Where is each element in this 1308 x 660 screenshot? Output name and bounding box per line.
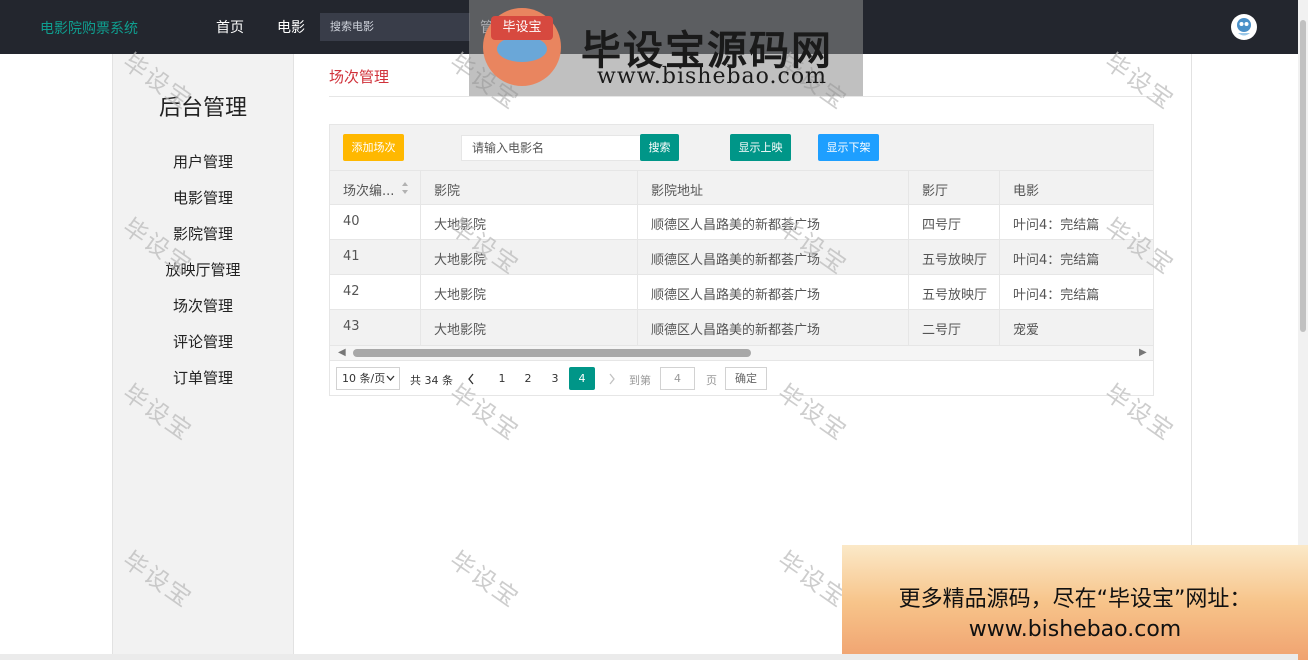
page-title: 场次管理	[329, 68, 390, 86]
nav-home[interactable]: 首页	[216, 17, 244, 37]
goto-label: 到第	[629, 374, 651, 387]
page-4-current[interactable]: 4	[569, 367, 595, 390]
cell-hall: 五号放映厅	[922, 253, 988, 268]
show-on-button[interactable]: 显示上映	[730, 134, 791, 161]
bottom-edge	[0, 654, 1298, 660]
logo-icon: 毕设宝	[483, 8, 561, 86]
column-header-movie: 电影	[1013, 184, 1040, 199]
page-size-value: 10 条/页	[342, 372, 386, 385]
cell-hall: 四号厅	[922, 218, 962, 233]
column-header-hall: 影厅	[922, 184, 949, 199]
cell-address: 顺德区人昌路美的新都荟广场	[651, 288, 821, 303]
avatar-icon[interactable]	[1231, 14, 1257, 40]
sidebar-item-movies[interactable]: 电影管理	[113, 187, 293, 208]
search-button[interactable]: 搜索	[640, 134, 679, 161]
column-divider	[908, 170, 909, 346]
column-header-address: 影院地址	[651, 184, 704, 199]
scroll-left-icon[interactable]: ◀	[338, 347, 346, 358]
sidebar-item-users[interactable]: 用户管理	[113, 151, 293, 172]
cell-hall: 二号厅	[922, 323, 962, 338]
movie-search-input[interactable]: 请输入电影名	[461, 135, 641, 161]
site-logo-watermark: 毕设宝 毕设宝源码网 www.bishebao.com	[469, 0, 863, 96]
goto-confirm-button[interactable]: 确定	[725, 367, 767, 390]
page-3[interactable]: 3	[542, 367, 568, 390]
logo-url: www.bishebao.com	[597, 64, 827, 89]
column-header-id[interactable]: 场次编...	[343, 180, 405, 199]
table-row[interactable]: 43 大地影院 顺德区人昌路美的新都荟广场 二号厅 宠爱	[330, 310, 1153, 346]
sidebar-item-sessions[interactable]: 场次管理	[113, 295, 293, 316]
nav-movies[interactable]: 电影	[277, 17, 305, 37]
promo-banner: 更多精品源码，尽在“毕设宝”网址： www.bishebao.com	[842, 545, 1308, 660]
session-table-panel: 添加场次 请输入电影名 搜索 显示上映 显示下架 场次编... 影院 影院地址 …	[329, 124, 1154, 396]
cell-id: 42	[343, 284, 360, 299]
table-toolbar: 添加场次 请输入电影名 搜索 显示上映 显示下架	[330, 125, 1153, 170]
cell-id: 43	[343, 319, 360, 334]
scrollbar-thumb[interactable]	[353, 349, 751, 357]
promo-url: www.bishebao.com	[968, 617, 1182, 642]
page-2[interactable]: 2	[515, 367, 541, 390]
sidebar-item-comments[interactable]: 评论管理	[113, 331, 293, 352]
column-divider	[637, 170, 638, 346]
heading-divider	[329, 96, 1155, 97]
cell-movie: 宠爱	[1013, 323, 1040, 338]
watermark-text: 毕设宝	[444, 545, 525, 614]
cell-id: 40	[343, 214, 360, 229]
page-1[interactable]: 1	[489, 367, 515, 390]
table-row[interactable]: 42 大地影院 顺德区人昌路美的新都荟广场 五号放映厅 叶问4：完结篇	[330, 275, 1153, 310]
sort-icon[interactable]	[401, 180, 409, 199]
scroll-right-icon[interactable]: ▶	[1139, 347, 1147, 358]
page-size-select[interactable]: 10 条/页	[336, 367, 400, 390]
column-divider	[420, 170, 421, 346]
cell-cinema: 大地影院	[434, 323, 487, 338]
cell-hall: 五号放映厅	[922, 288, 988, 303]
logo-badge-text: 毕设宝	[491, 16, 553, 40]
promo-text: 更多精品源码，尽在“毕设宝”网址：	[898, 587, 1252, 612]
total-count: 共 34 条	[410, 374, 453, 387]
show-off-button[interactable]: 显示下架	[818, 134, 879, 161]
cell-cinema: 大地影院	[434, 288, 487, 303]
cell-id: 41	[343, 249, 360, 264]
chevron-down-icon	[386, 368, 395, 396]
cell-movie: 叶问4：完结篇	[1013, 218, 1100, 233]
nav-search-input[interactable]: 搜索电影	[320, 13, 470, 41]
brand-title[interactable]: 电影院购票系统	[40, 18, 138, 38]
sidebar-title: 后台管理	[158, 96, 247, 121]
cell-movie: 叶问4：完结篇	[1013, 288, 1100, 303]
cell-movie: 叶问4：完结篇	[1013, 253, 1100, 268]
cell-address: 顺德区人昌路美的新都荟广场	[651, 323, 821, 338]
goto-page-input[interactable]: 4	[660, 367, 695, 390]
add-session-button[interactable]: 添加场次	[343, 134, 404, 161]
column-header-cinema: 影院	[434, 184, 461, 199]
column-divider	[999, 170, 1000, 346]
sidebar-item-halls[interactable]: 放映厅管理	[113, 259, 293, 280]
table-row[interactable]: 41 大地影院 顺德区人昌路美的新都荟广场 五号放映厅 叶问4：完结篇	[330, 240, 1153, 275]
table-header: 场次编... 影院 影院地址 影厅 电影	[330, 170, 1153, 205]
page-unit-label: 页	[706, 374, 717, 387]
chevron-right-icon[interactable]	[607, 371, 617, 390]
table-horizontal-scrollbar[interactable]: ◀ ▶	[330, 346, 1153, 361]
